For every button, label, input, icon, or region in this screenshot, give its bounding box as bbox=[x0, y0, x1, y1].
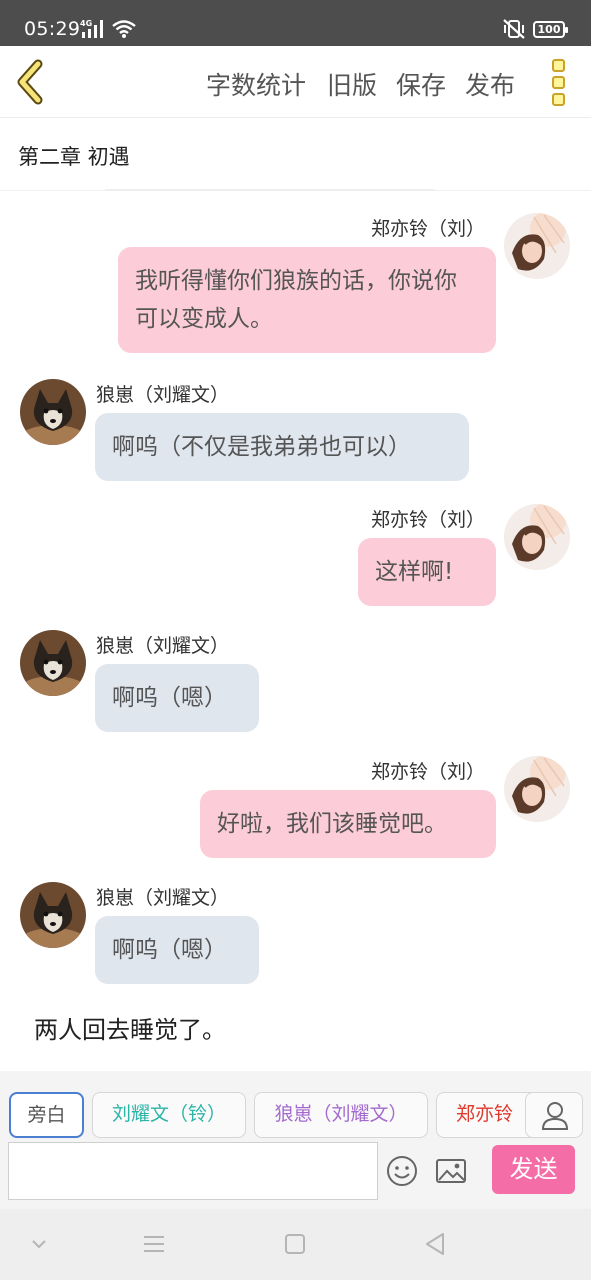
old-version-button[interactable]: 旧版 bbox=[327, 66, 377, 102]
girl-avatar-image bbox=[504, 756, 570, 822]
send-button[interactable]: 发送 bbox=[492, 1145, 575, 1194]
chapter-title: 第二章 初遇 bbox=[18, 145, 130, 169]
wolf-pup-avatar-image bbox=[20, 630, 86, 696]
system-nav-bar bbox=[0, 1209, 591, 1280]
menu-icon[interactable] bbox=[139, 1229, 169, 1259]
network-type-label: 4G bbox=[80, 19, 92, 28]
message-sender: 狼崽（刘耀文） bbox=[96, 887, 230, 909]
chapter-header[interactable]: 第二章 初遇 bbox=[0, 119, 591, 191]
chat-message[interactable]: 郑亦铃（刘） 我听得懂你们狼族的话，你说你可以变成人。 bbox=[0, 213, 591, 358]
more-menu-icon[interactable] bbox=[545, 58, 573, 108]
app-root: 05:29 4G 100 字数统计 旧版 保存 发布 第二章 初遇 郑亦铃（刘）… bbox=[0, 0, 591, 1280]
narration-text[interactable]: 两人回去睡觉了。 bbox=[34, 1010, 226, 1045]
chat-message[interactable]: 郑亦铃（刘） 这样啊! bbox=[0, 504, 591, 608]
girl-avatar[interactable] bbox=[504, 504, 570, 570]
message-sender: 郑亦铃（刘） bbox=[370, 761, 485, 783]
back-triangle-icon[interactable] bbox=[420, 1229, 450, 1259]
add-role-button[interactable] bbox=[525, 1092, 583, 1138]
chat-message[interactable]: 郑亦铃（刘） 好啦，我们该睡觉吧。 bbox=[0, 756, 591, 860]
wolf-pup-avatar[interactable] bbox=[20, 379, 86, 445]
chat-message[interactable]: 狼崽（刘耀文） 啊呜（嗯） bbox=[0, 630, 591, 734]
girl-avatar[interactable] bbox=[504, 756, 570, 822]
wolf-pup-avatar[interactable] bbox=[20, 630, 86, 696]
wolf-pup-avatar-image bbox=[20, 379, 86, 445]
message-bubble: 啊呜（嗯） bbox=[95, 664, 259, 732]
status-bar: 05:29 4G 100 bbox=[0, 0, 591, 46]
emoji-icon[interactable] bbox=[386, 1155, 418, 1187]
cellular-signal-icon: 4G bbox=[80, 19, 103, 38]
publish-button[interactable]: 发布 bbox=[465, 66, 515, 102]
chevron-down-icon[interactable] bbox=[24, 1229, 54, 1259]
editor-toolbar: 字数统计 旧版 保存 发布 bbox=[0, 46, 591, 118]
save-button[interactable]: 保存 bbox=[396, 66, 446, 102]
message-sender: 狼崽（刘耀文） bbox=[96, 384, 230, 406]
wifi-icon bbox=[112, 20, 136, 38]
chat-message[interactable]: 狼崽（刘耀文） 啊呜（不仅是我弟弟也可以） bbox=[0, 379, 591, 483]
message-sender: 狼崽（刘耀文） bbox=[96, 635, 230, 657]
status-time: 05:29 bbox=[24, 18, 81, 40]
battery-indicator: 100 bbox=[533, 21, 568, 38]
divider bbox=[105, 189, 435, 191]
girl-avatar-image bbox=[504, 213, 570, 279]
home-icon[interactable] bbox=[280, 1229, 310, 1259]
message-bubble: 好啦，我们该睡觉吧。 bbox=[200, 790, 496, 858]
image-icon[interactable] bbox=[435, 1157, 467, 1185]
message-bubble: 这样啊! bbox=[358, 538, 496, 606]
role-chip-narrator[interactable]: 旁白 bbox=[9, 1092, 84, 1138]
message-input[interactable] bbox=[8, 1142, 378, 1200]
vibrate-mute-icon bbox=[503, 19, 525, 39]
compose-panel: 旁白 刘耀文（铃） 狼崽（刘耀文） 郑亦铃 发送 bbox=[0, 1071, 591, 1209]
wolf-pup-avatar-image bbox=[20, 882, 86, 948]
chat-message[interactable]: 狼崽（刘耀文） 啊呜（嗯） bbox=[0, 882, 591, 986]
role-chip-wolf-pup[interactable]: 狼崽（刘耀文） bbox=[254, 1092, 428, 1138]
message-bubble: 啊呜（嗯） bbox=[95, 916, 259, 984]
more-dot bbox=[552, 93, 565, 106]
wolf-pup-avatar[interactable] bbox=[20, 882, 86, 948]
person-icon bbox=[541, 1102, 569, 1130]
more-dot bbox=[552, 59, 565, 72]
message-sender: 郑亦铃（刘） bbox=[370, 218, 485, 240]
role-chip-zheng-yiling[interactable]: 郑亦铃 bbox=[436, 1092, 532, 1138]
word-count-button[interactable]: 字数统计 bbox=[206, 66, 306, 102]
more-dot bbox=[552, 76, 565, 89]
message-bubble: 啊呜（不仅是我弟弟也可以） bbox=[95, 413, 469, 481]
girl-avatar[interactable] bbox=[504, 213, 570, 279]
message-sender: 郑亦铃（刘） bbox=[370, 509, 485, 531]
message-bubble: 我听得懂你们狼族的话，你说你可以变成人。 bbox=[118, 247, 496, 353]
girl-avatar-image bbox=[504, 504, 570, 570]
role-chip-liu-yaowen[interactable]: 刘耀文（铃） bbox=[92, 1092, 246, 1138]
back-arrow-icon[interactable] bbox=[10, 58, 54, 106]
